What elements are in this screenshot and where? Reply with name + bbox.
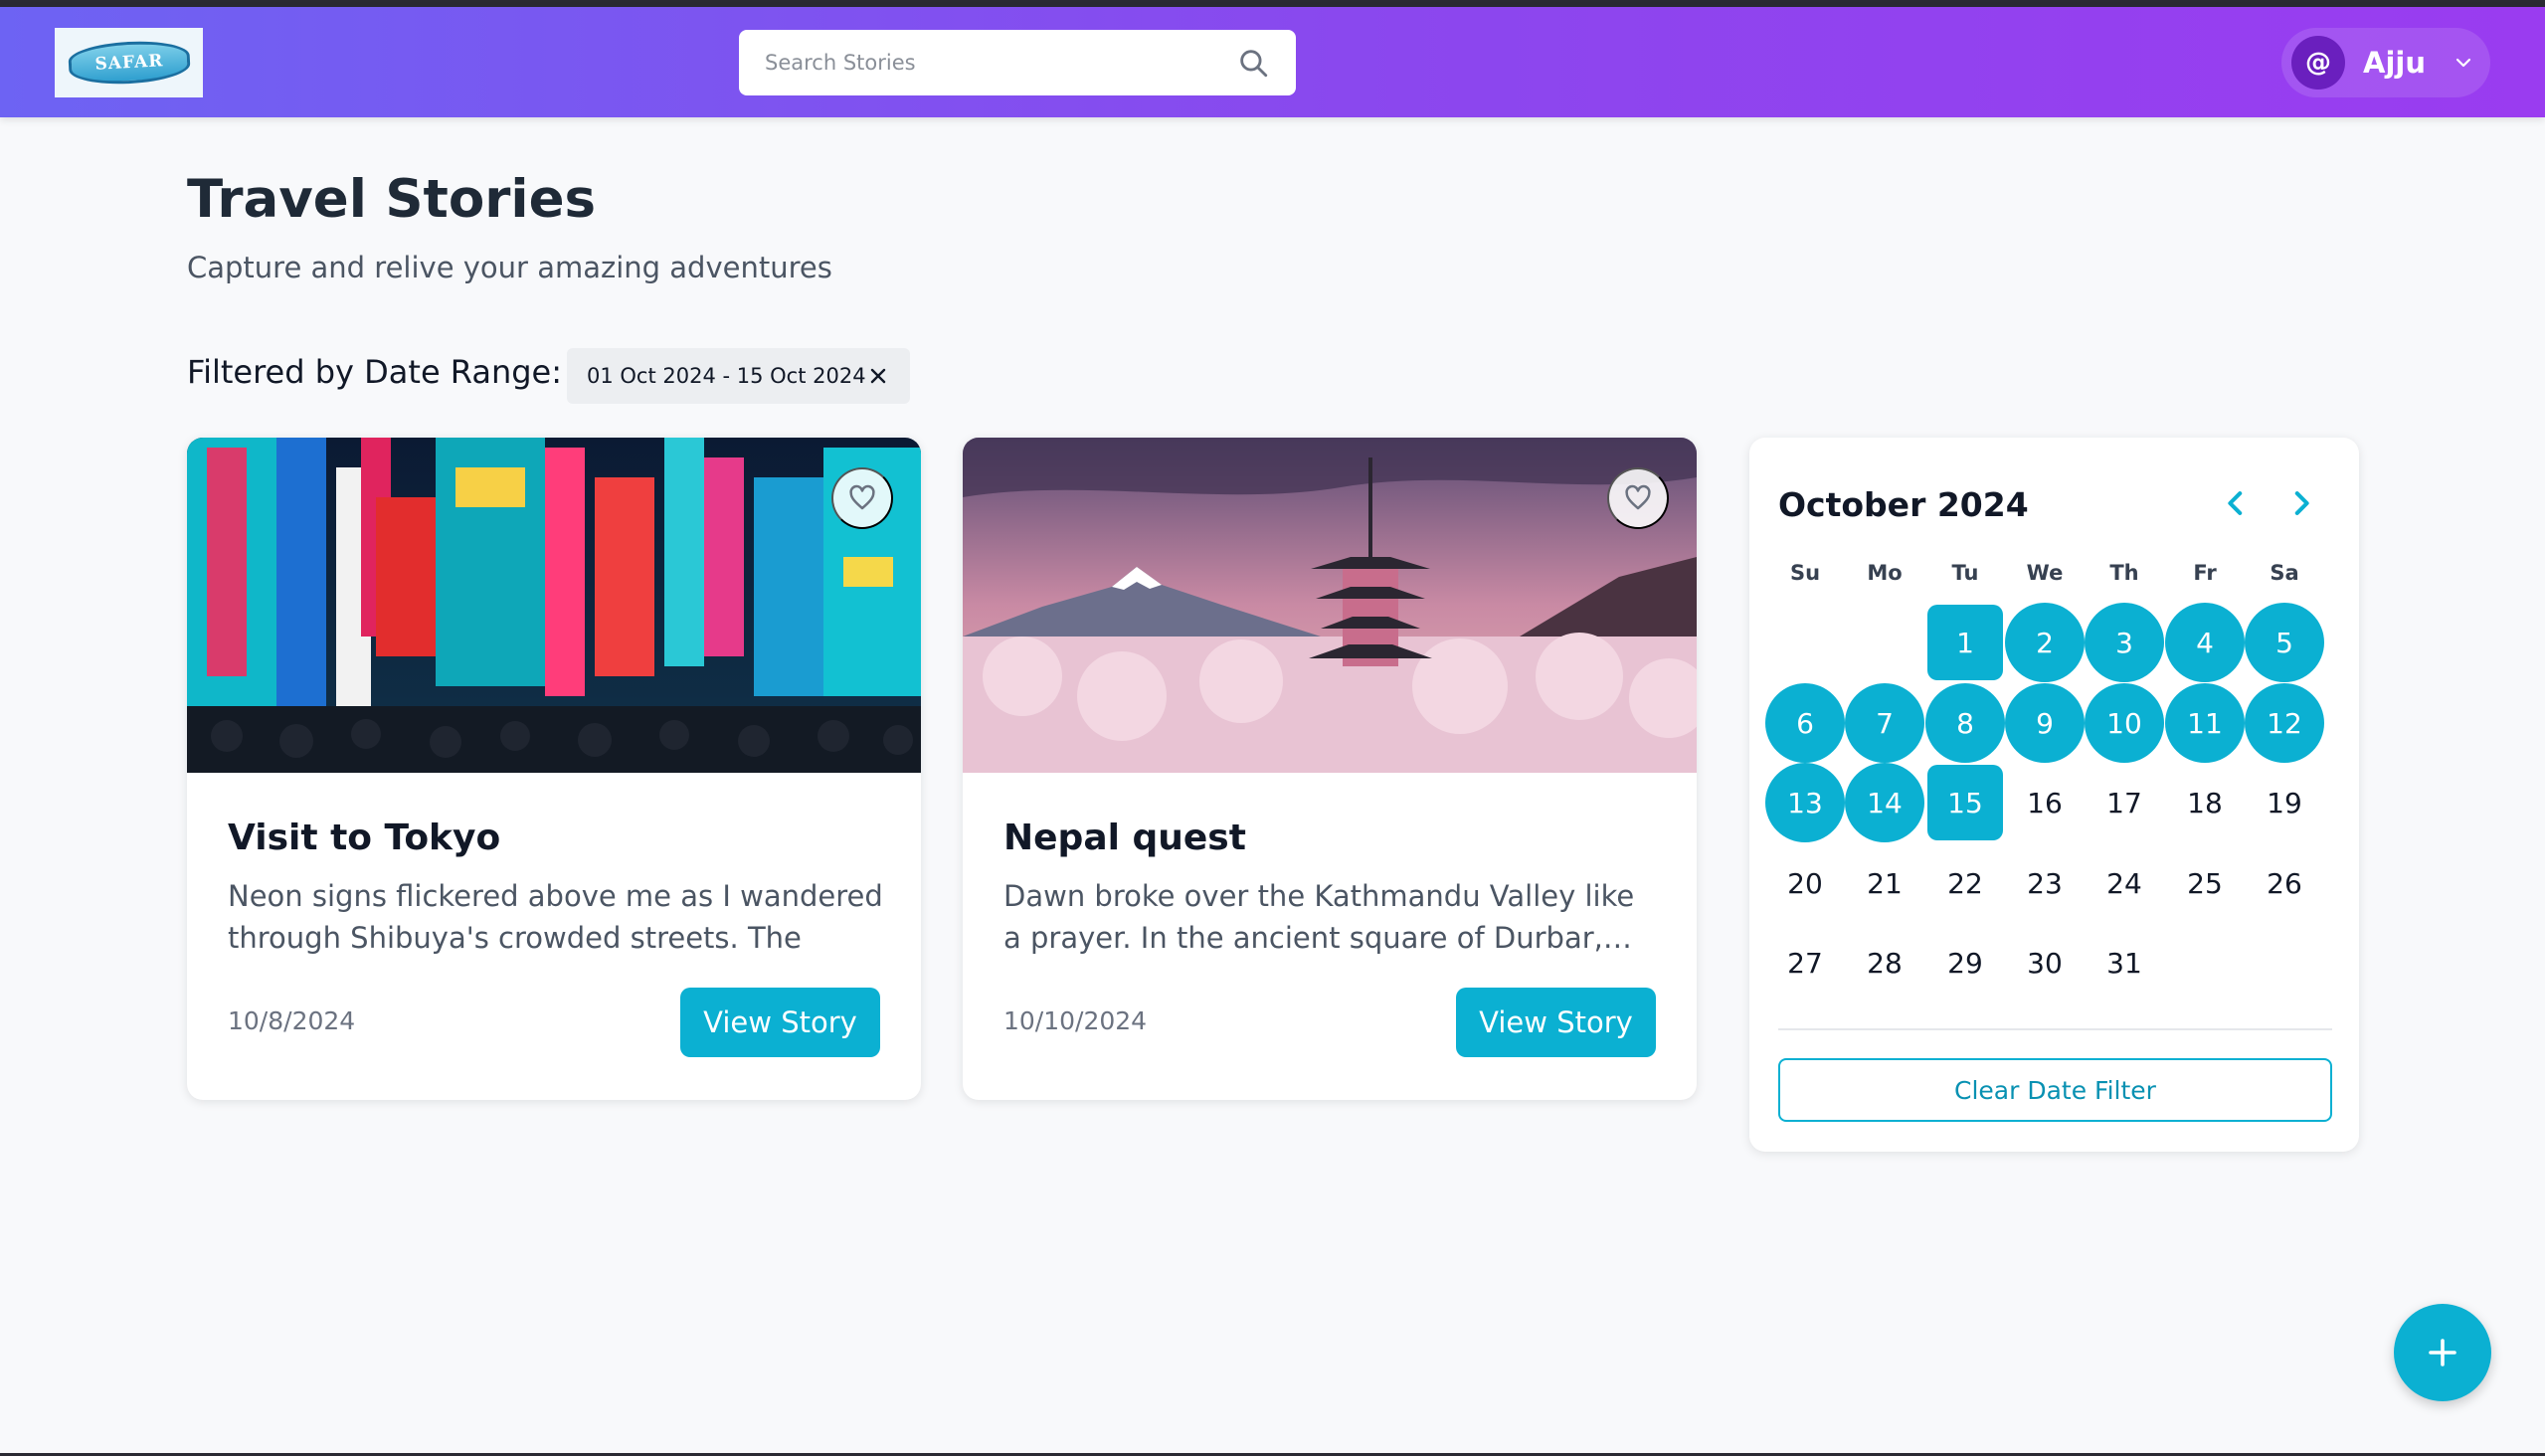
search-bar[interactable]: [739, 30, 1296, 95]
avatar: @: [2291, 36, 2345, 90]
date-range-chip: 01 Oct 2024 - 15 Oct 2024: [567, 348, 910, 404]
calendar-day[interactable]: 12: [2245, 683, 2324, 763]
filter-label: Filtered by Date Range:: [187, 353, 562, 391]
story-title: Visit to Tokyo: [228, 818, 501, 858]
weekday-label: We: [2026, 561, 2064, 585]
clear-date-filter-button[interactable]: Clear Date Filter: [1778, 1058, 2332, 1122]
calendar-day[interactable]: 19: [2245, 763, 2324, 842]
add-story-button[interactable]: [2394, 1304, 2491, 1401]
divider: [1778, 1028, 2332, 1030]
weekday-label: Th: [2109, 561, 2139, 585]
story-date: 10/10/2024: [1003, 1006, 1148, 1035]
chevron-right-icon[interactable]: [2284, 486, 2318, 520]
logo-banner: SAFAR: [67, 38, 191, 88]
calendar-day[interactable]: 6: [1765, 683, 1845, 763]
calendar-day[interactable]: 18: [2165, 763, 2245, 842]
user-menu[interactable]: @ Ajju: [2281, 28, 2490, 97]
chevron-left-icon[interactable]: [2219, 486, 2253, 520]
calendar-day[interactable]: 20: [1765, 843, 1845, 923]
calendar-day[interactable]: 15: [1927, 765, 2003, 840]
user-name: Ajju: [2363, 46, 2426, 80]
calendar-day[interactable]: 17: [2085, 763, 2164, 842]
weekday-label: Mo: [1867, 561, 1903, 585]
calendar-day[interactable]: 16: [2005, 763, 2085, 842]
favorite-button[interactable]: [831, 467, 893, 529]
weekday-label: Tu: [1951, 561, 1979, 585]
view-story-button[interactable]: View Story: [1456, 988, 1656, 1057]
calendar-day[interactable]: 23: [2005, 843, 2085, 923]
calendar-day[interactable]: 4: [2165, 603, 2245, 682]
search-input[interactable]: [765, 51, 1236, 75]
calendar-day[interactable]: 24: [2085, 843, 2164, 923]
search-icon[interactable]: [1236, 46, 1270, 80]
heart-icon: [1625, 484, 1651, 510]
weekday-label: Sa: [2270, 561, 2299, 585]
story-excerpt: Dawn broke over the Kathmandu Valley lik…: [1003, 879, 1635, 955]
calendar-day[interactable]: 8: [1925, 683, 2005, 763]
story-excerpt: Neon signs flickered above me as I wande…: [228, 879, 883, 955]
app-header: SAFAR @ Ajju: [0, 7, 2545, 117]
story-date: 10/8/2024: [228, 1006, 356, 1035]
calendar-day[interactable]: 13: [1765, 763, 1845, 842]
calendar-month-label: October 2024: [1778, 485, 2029, 524]
calendar-day[interactable]: 5: [2245, 603, 2324, 682]
story-title: Nepal quest: [1003, 818, 1246, 858]
calendar-day[interactable]: 10: [2085, 683, 2164, 763]
window-top-strip: [0, 0, 2545, 7]
calendar-day[interactable]: 14: [1845, 763, 1924, 842]
story-card[interactable]: Visit to Tokyo Neon signs flickered abov…: [187, 438, 921, 1100]
page-title: Travel Stories: [187, 169, 597, 230]
calendar-day[interactable]: 2: [2005, 603, 2085, 682]
story-image-nepal[interactable]: [963, 438, 1697, 773]
close-icon[interactable]: [866, 364, 890, 388]
weekday-label: Su: [1789, 561, 1821, 585]
favorite-button[interactable]: [1607, 467, 1669, 529]
weekday-label: Fr: [2193, 561, 2217, 585]
calendar-day[interactable]: 11: [2165, 683, 2245, 763]
calendar-day[interactable]: 29: [1925, 923, 2005, 1002]
heart-icon: [849, 484, 875, 510]
view-story-button[interactable]: View Story: [680, 988, 880, 1057]
calendar-day[interactable]: 30: [2005, 923, 2085, 1002]
calendar-day[interactable]: 7: [1845, 683, 1924, 763]
calendar-day[interactable]: 27: [1765, 923, 1845, 1002]
calendar-day[interactable]: 22: [1925, 843, 2005, 923]
chevron-down-icon[interactable]: [2452, 51, 2475, 75]
page-subtitle: Capture and relive your amazing adventur…: [187, 251, 832, 284]
calendar-day[interactable]: 3: [2085, 603, 2164, 682]
story-image-tokyo[interactable]: [187, 438, 921, 773]
date-range-text: 01 Oct 2024 - 15 Oct 2024: [587, 364, 866, 388]
calendar-day[interactable]: 26: [2245, 843, 2324, 923]
calendar-day[interactable]: 31: [2085, 923, 2164, 1002]
calendar-day[interactable]: 21: [1845, 843, 1924, 923]
calendar-day[interactable]: 1: [1927, 605, 2003, 680]
plus-icon: [2429, 1339, 2456, 1366]
calendar-day[interactable]: 25: [2165, 843, 2245, 923]
story-card[interactable]: Nepal quest Dawn broke over the Kathmand…: [963, 438, 1697, 1100]
app-logo[interactable]: SAFAR: [55, 28, 203, 97]
calendar-day[interactable]: 28: [1845, 923, 1924, 1002]
date-filter-calendar: October 2024 Su Mo Tu We Th Fr Sa 1 2 3 4 5 6 7 8 9 10 11…: [1749, 438, 2359, 1152]
calendar-day[interactable]: 9: [2005, 683, 2085, 763]
